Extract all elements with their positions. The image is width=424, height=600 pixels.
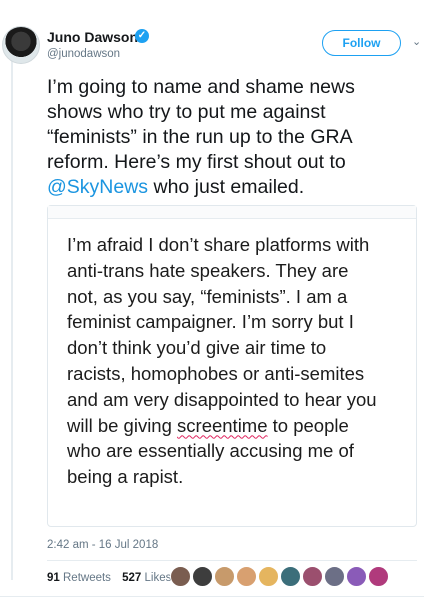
mention-link[interactable]: @SkyNews	[47, 176, 148, 198]
tweet-timestamp[interactable]: 2:42 am - 16 Jul 2018	[47, 539, 158, 551]
image-top-strip	[48, 206, 416, 219]
author-name[interactable]: Juno Dawson	[47, 29, 138, 45]
liker-avatar[interactable]	[346, 566, 367, 587]
image-line: I’m afraid I don’t share platforms with	[67, 234, 370, 255]
liker-avatar[interactable]	[170, 566, 191, 587]
image-line: anti-trans hate speakers. They are	[67, 259, 349, 281]
tweet-line: shows who try to put me against	[47, 101, 326, 123]
tweet-line-tail: who just emailed.	[148, 176, 305, 198]
avatar[interactable]	[2, 26, 40, 64]
tweet-text: I’m going to name and shame news shows w…	[47, 75, 409, 200]
image-line: don’t think you’d give air time to	[67, 337, 327, 359]
liker-avatar[interactable]	[280, 566, 301, 587]
image-line: racists, homophobes or anti-semites	[67, 362, 365, 384]
attached-image-text: I’m afraid I don’t share platforms with …	[67, 232, 412, 490]
divider	[47, 560, 417, 561]
image-line: will be giving screentime to people	[67, 413, 412, 439]
chevron-down-icon[interactable]: ⌄	[412, 35, 421, 48]
thread-line	[11, 60, 13, 580]
liker-avatar[interactable]	[324, 566, 345, 587]
image-line: feminist campaigner. I’m sorry but I	[67, 311, 354, 333]
image-line: not, as you say, “feminists”. I am a	[67, 285, 348, 307]
tweet-stats: 91 Retweets 527 Likes	[47, 572, 171, 584]
retweets-label[interactable]: Retweets	[63, 572, 111, 584]
image-line: who are essentially accusing me of	[67, 440, 354, 462]
image-line: and am very disappointed to hear you	[67, 388, 377, 410]
image-line: being a rapist.	[67, 466, 184, 488]
image-line-part: to people	[267, 414, 349, 436]
tweet-line: “feminists” in the run up to the GRA	[47, 126, 353, 148]
liker-avatar[interactable]	[302, 566, 323, 587]
tweet-line: reform. Here’s my first shout out to	[47, 151, 346, 173]
liker-avatars[interactable]	[170, 566, 390, 588]
likes-count[interactable]: 527	[122, 572, 141, 584]
tweet-line: I’m going to name and shame news	[47, 76, 355, 98]
divider	[0, 596, 424, 597]
retweets-count[interactable]: 91	[47, 572, 60, 584]
image-line-part: will be giving	[67, 414, 178, 436]
author-handle[interactable]: @junodawson	[47, 48, 120, 60]
liker-avatar[interactable]	[258, 566, 279, 587]
likes-label[interactable]: Likes	[145, 572, 172, 584]
follow-button[interactable]: Follow	[322, 30, 401, 56]
tweet-line: @SkyNews who just emailed.	[47, 175, 409, 200]
spellcheck-flagged-word: screentime	[177, 414, 268, 436]
liker-avatar[interactable]	[236, 566, 257, 587]
liker-avatar[interactable]	[192, 566, 213, 587]
verified-badge-icon: ✓	[135, 29, 149, 43]
liker-avatar[interactable]	[368, 566, 389, 587]
attached-image[interactable]: I’m afraid I don’t share platforms with …	[47, 205, 417, 527]
liker-avatar[interactable]	[214, 566, 235, 587]
